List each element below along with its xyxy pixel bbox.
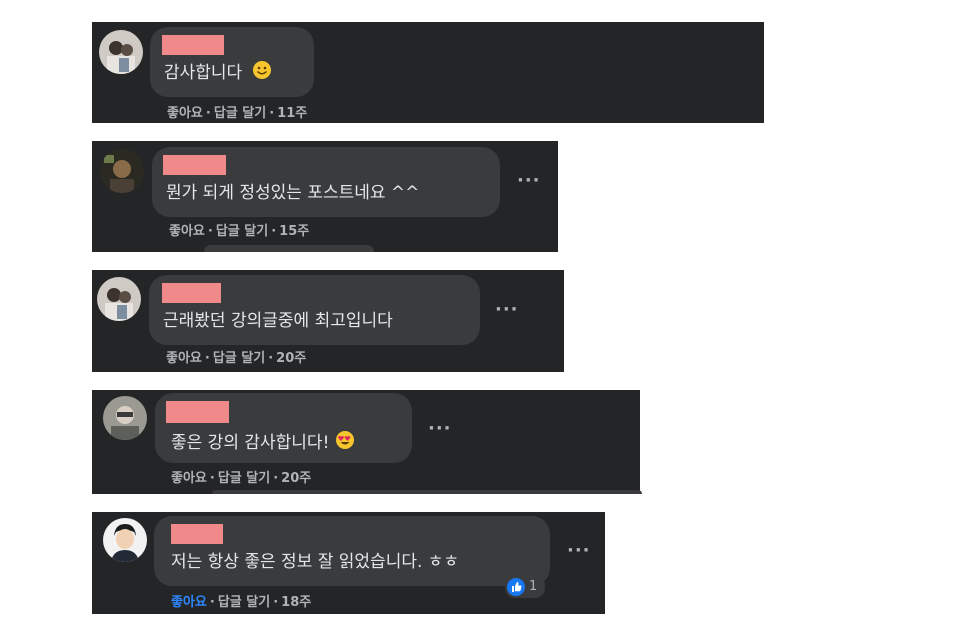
heart-eyes-emoji-icon [335,431,354,449]
timestamp[interactable]: 18주 [281,591,311,610]
separator: · [269,106,275,121]
comment-text: 뭔가 되게 정성있는 포스트네요 ^^ [166,183,420,203]
reaction-count: 1 [529,579,538,594]
next-bubble-edge [212,490,642,494]
author-name-redacted[interactable] [162,35,224,55]
comment-text-wrap: 좋은 강의 감사합니다! [171,428,355,453]
comment-actions: 좋아요 · 답글 달기 · 20주 [166,347,306,366]
avatar[interactable] [99,30,143,74]
comment-actions: 좋아요 · 답글 달기 · 20주 [171,467,311,486]
author-name-redacted[interactable] [163,155,226,175]
comment-actions: 좋아요 · 답글 달기 · 11주 [167,102,307,121]
comment-text: 저는 항상 좋은 정보 잘 읽었습니다. ㅎㅎ [171,552,460,572]
more-options-icon[interactable]: ··· [567,540,591,561]
separator: · [271,224,277,239]
more-options-icon[interactable]: ··· [428,418,452,439]
comment-bubble: 뭔가 되게 정성있는 포스트네요 ^^ [152,147,500,217]
comment-bubble: 저는 항상 좋은 정보 잘 읽었습니다. ㅎㅎ [154,516,550,586]
separator: · [273,595,279,610]
timestamp[interactable]: 11주 [277,102,307,121]
comment-card-4: 좋은 강의 감사합니다! ··· 좋아요 · 답글 달기 · 20주 [92,390,642,494]
separator: · [207,224,213,239]
smile-emoji-icon [252,61,271,79]
like-link[interactable]: 좋아요 [171,467,207,486]
avatar-photo-icon [99,30,143,74]
more-options-icon[interactable]: ··· [517,170,541,191]
comment-text: 근래봤던 강의글중에 최고입니다 [163,311,393,331]
like-link[interactable]: 좋아요 [166,347,202,366]
comment-bubble: 근래봤던 강의글중에 최고입니다 [149,275,480,345]
avatar-photo-icon [103,518,147,562]
timestamp[interactable]: 20주 [276,347,306,366]
like-reaction-icon [507,578,525,596]
like-link[interactable]: 좋아요 [169,220,205,239]
comment-text-wrap: 감사합니다 [164,58,272,83]
reply-link[interactable]: 답글 달기 [214,102,266,121]
separator: · [273,471,279,486]
comment-bubble: 감사합니다 [150,27,314,97]
like-link-active[interactable]: 좋아요 [171,591,207,610]
separator: · [268,351,274,366]
avatar-photo-icon [103,396,147,440]
author-name-redacted[interactable] [162,283,221,303]
avatar-photo-icon [97,277,141,321]
author-name-redacted[interactable] [171,524,223,544]
comment-text: 감사합니다 [164,63,243,83]
avatar[interactable] [103,396,147,440]
reaction-summary[interactable]: 1 [505,576,545,598]
separator: · [209,471,215,486]
comment-card-1: 감사합니다 좋아요 · 답글 달기 · 11주 [92,22,764,123]
timestamp[interactable]: 20주 [281,467,311,486]
reply-link[interactable]: 답글 달기 [218,591,270,610]
separator: · [204,351,210,366]
more-options-icon[interactable]: ··· [495,299,519,320]
avatar[interactable] [97,277,141,321]
avatar[interactable] [103,518,147,562]
comment-text: 좋은 강의 감사합니다! [171,433,330,453]
separator: · [209,595,215,610]
separator: · [205,106,211,121]
comment-bubble: 좋은 강의 감사합니다! [155,393,412,463]
comment-actions: 좋아요 · 답글 달기 · 15주 [169,220,309,239]
comment-card-5: 저는 항상 좋은 정보 잘 읽었습니다. ㅎㅎ 1 ··· 좋아요 · 답글 달기 ·… [92,512,605,614]
comment-card-3: 근래봤던 강의글중에 최고입니다 ··· 좋아요 · 답글 달기 · 20주 [92,270,564,372]
reply-link[interactable]: 답글 달기 [216,220,268,239]
avatar[interactable] [100,149,144,193]
author-name-redacted[interactable] [166,401,229,423]
timestamp[interactable]: 15주 [279,220,309,239]
avatar-photo-icon [100,149,144,193]
comment-card-2: 뭔가 되게 정성있는 포스트네요 ^^ ··· 좋아요 · 답글 달기 · 15주 [92,141,558,252]
reply-link[interactable]: 답글 달기 [218,467,270,486]
like-link[interactable]: 좋아요 [167,102,203,121]
reply-link[interactable]: 답글 달기 [213,347,265,366]
comment-actions: 좋아요 · 답글 달기 · 18주 [171,591,311,610]
next-bubble-edge [204,245,374,252]
